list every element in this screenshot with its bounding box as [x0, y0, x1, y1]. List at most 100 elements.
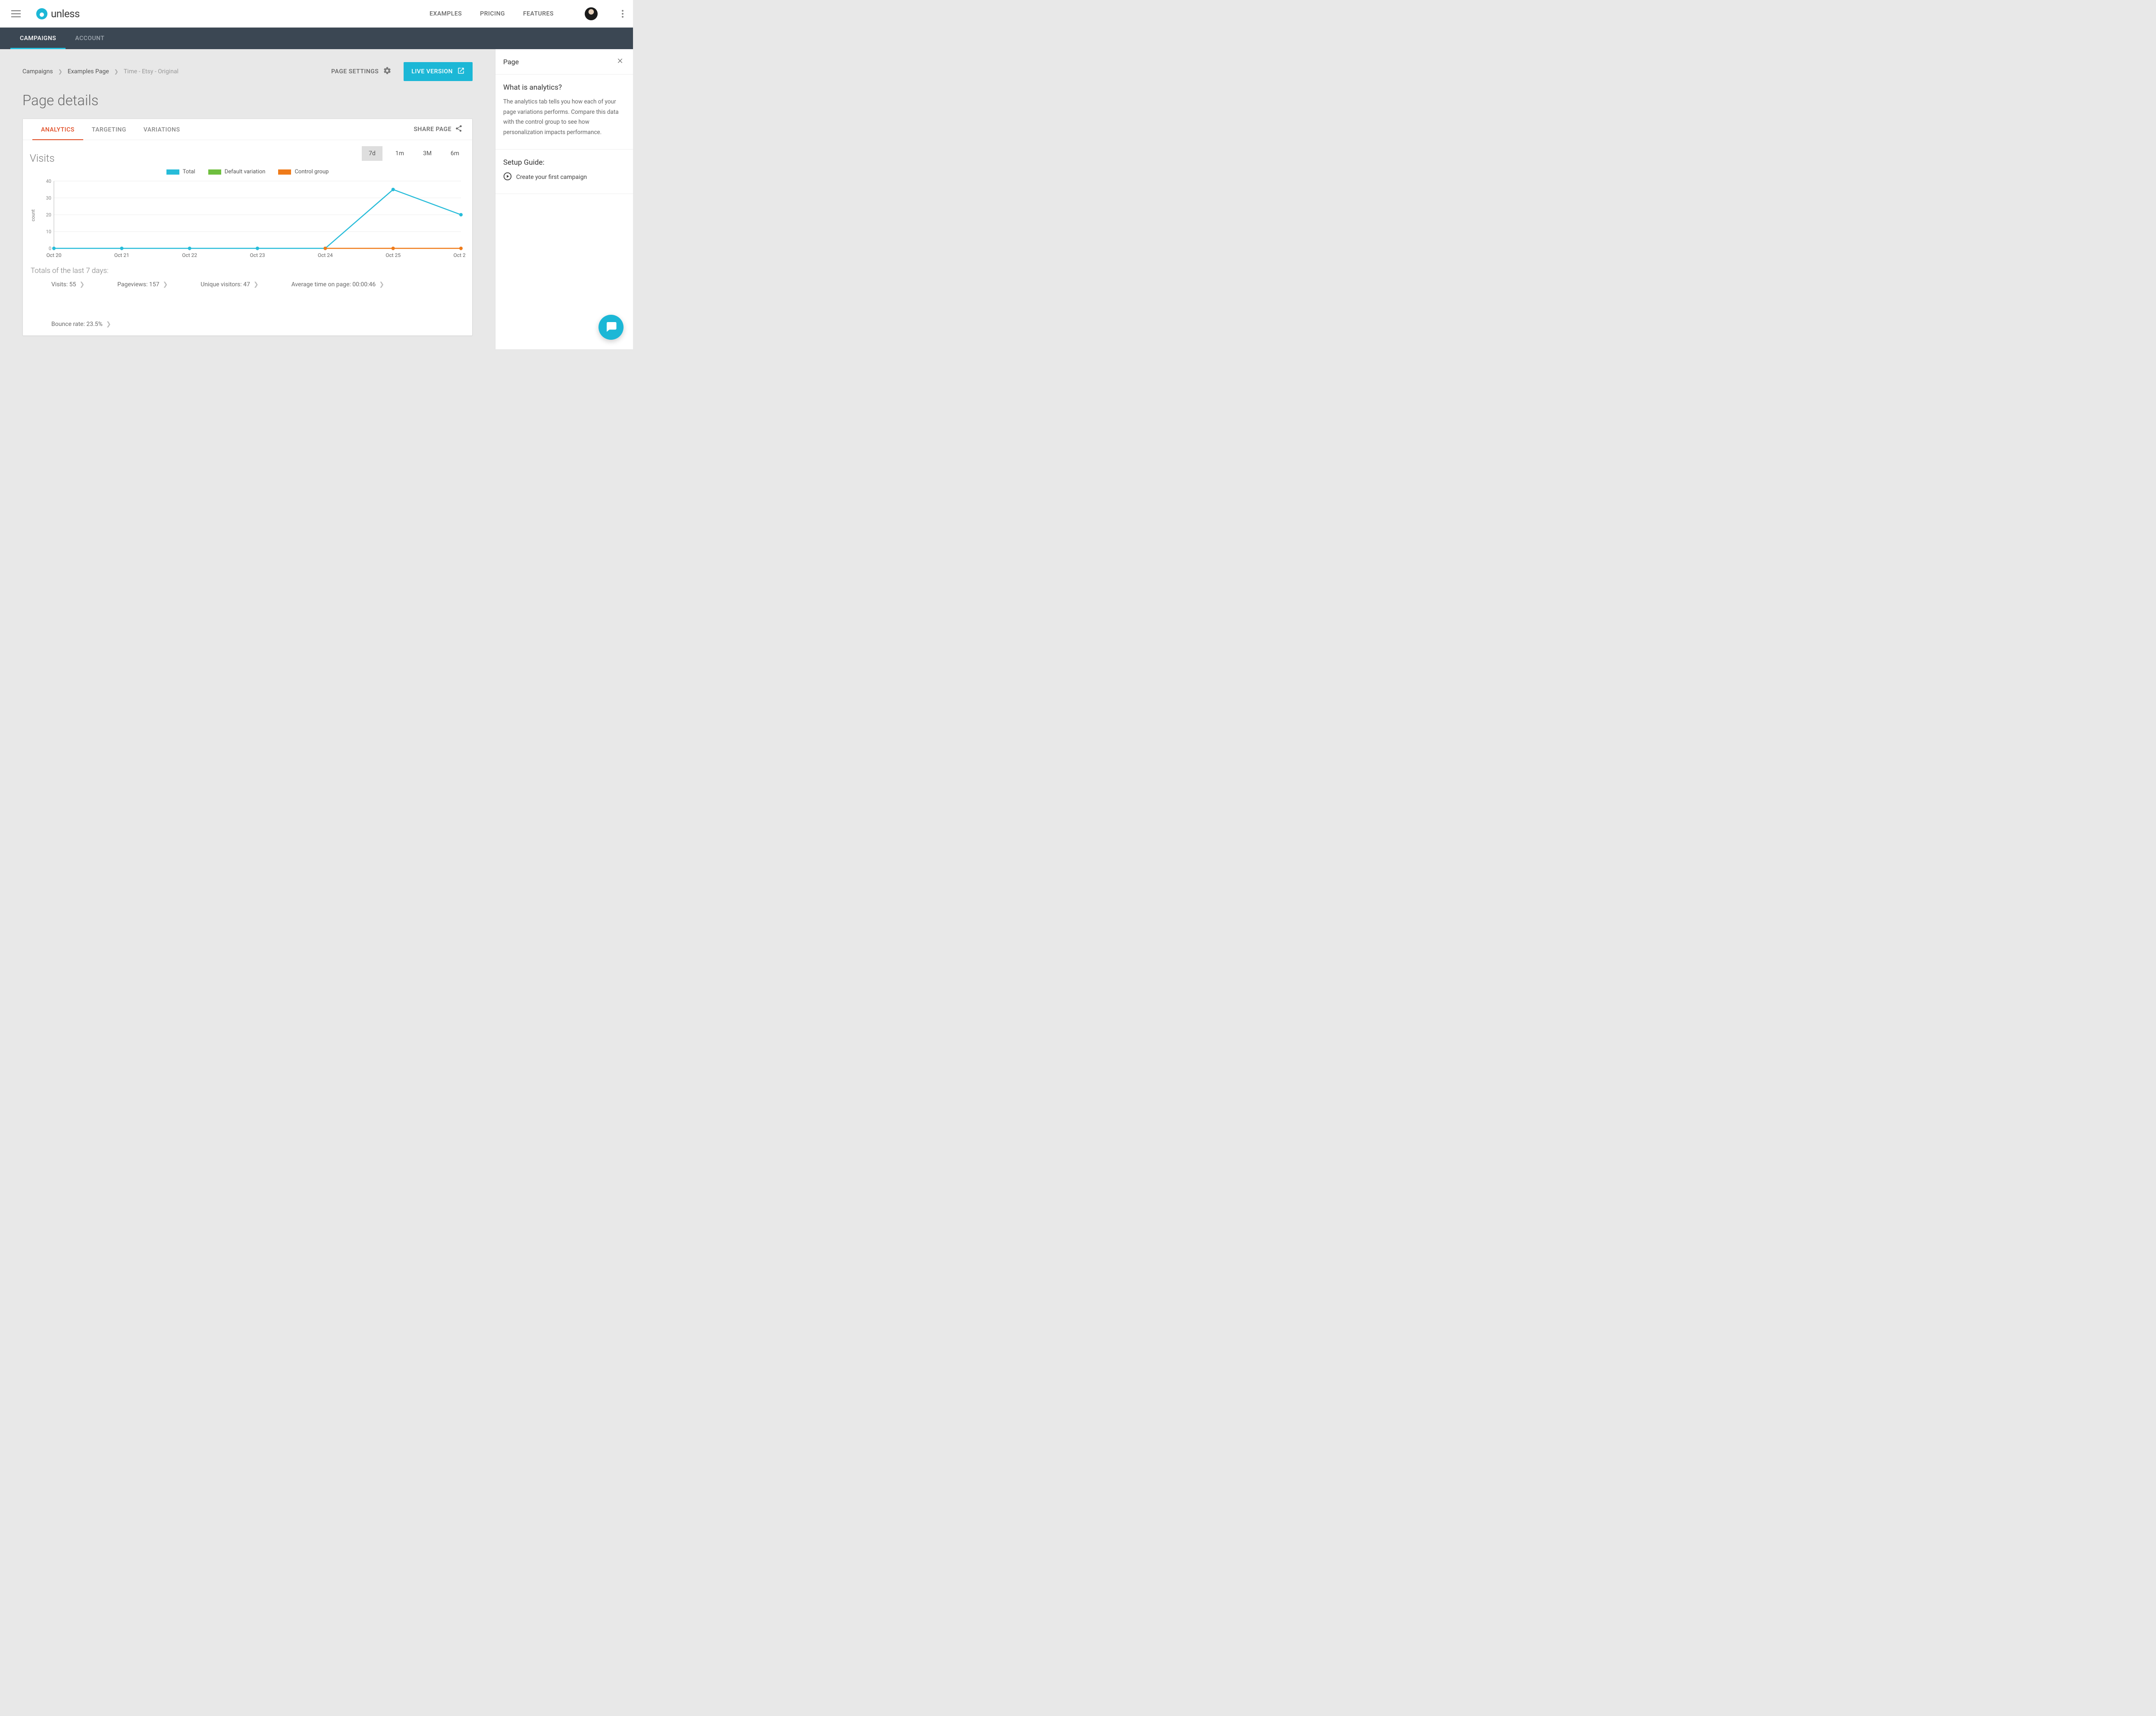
brand-name: unless	[51, 8, 80, 20]
crumb-examples-page[interactable]: Examples Page	[68, 68, 109, 75]
chevron-right-icon: ❯	[79, 281, 85, 288]
play-circle-icon	[503, 172, 512, 182]
legend-label: Control group	[295, 169, 329, 175]
sub-nav: CAMPAIGNS ACCOUNT	[0, 28, 633, 49]
svg-text:Oct 25: Oct 25	[385, 252, 401, 258]
user-avatar[interactable]	[585, 7, 598, 20]
hamburger-menu-icon[interactable]	[9, 8, 23, 20]
chat-icon	[605, 320, 617, 335]
page-title: Page details	[22, 92, 473, 109]
main-layout: Campaigns ❯ Examples Page ❯ Time - Etsy …	[0, 49, 633, 349]
svg-text:10: 10	[46, 229, 51, 235]
total-item[interactable]: Unique visitors: 47 ❯	[201, 281, 258, 288]
total-item[interactable]: Average time on page: 00:00:46❯	[291, 281, 384, 288]
tab-targeting[interactable]: TARGETING	[83, 119, 135, 140]
side-panel-header: Page	[495, 49, 633, 75]
svg-text:Oct 24: Oct 24	[318, 252, 333, 258]
chevron-right-icon: ❯	[163, 281, 168, 288]
card-body: 7d 1m 3M 6m Visits TotalDefault variatio…	[23, 140, 472, 335]
total-item-label: Bounce rate: 23.5%	[51, 321, 103, 328]
side-section-whatis: What is analytics? The analytics tab tel…	[495, 75, 633, 150]
setup-guide-label: Create your first campaign	[516, 174, 587, 181]
crumb-current: Time - Etsy - Original	[124, 68, 179, 75]
total-item-label: Visits: 55	[51, 281, 76, 288]
range-3m[interactable]: 3M	[417, 146, 438, 161]
svg-text:30: 30	[46, 195, 51, 201]
share-page-label: SHARE PAGE	[414, 126, 451, 133]
total-item-label: Pageviews: 157	[117, 281, 159, 288]
visits-chart: 0 10 20 30 40 Oct 20 Oct 21 Oct 22 Oct 23 Oct 24 O…	[43, 178, 465, 260]
analytics-card: ANALYTICS TARGETING VARIATIONS SHARE PAG…	[22, 119, 473, 336]
live-version-button[interactable]: LIVE VERSION	[404, 62, 473, 81]
svg-text:0: 0	[49, 246, 51, 251]
chevron-right-icon: ❯	[254, 281, 259, 288]
nav-features[interactable]: FEATURES	[523, 10, 554, 17]
chevron-right-icon: ❯	[379, 281, 384, 288]
page-settings-button[interactable]: PAGE SETTINGS	[331, 66, 392, 77]
total-item[interactable]: Pageviews: 157 ❯	[117, 281, 168, 288]
legend-swatch	[166, 169, 179, 175]
totals-heading: Totals of the last 7 days:	[31, 266, 465, 275]
nav-pricing[interactable]: PRICING	[480, 10, 505, 17]
gear-icon	[383, 66, 392, 77]
legend-item[interactable]: Total	[166, 169, 195, 175]
external-link-icon	[457, 67, 465, 76]
side-section-setup: Setup Guide: Create your first campaign	[495, 150, 633, 194]
crumb-row: Campaigns ❯ Examples Page ❯ Time - Etsy …	[22, 62, 473, 81]
legend-label: Total	[183, 169, 195, 175]
breadcrumb: Campaigns ❯ Examples Page ❯ Time - Etsy …	[22, 68, 179, 75]
total-item[interactable]: Bounce rate: 23.5%❯	[51, 321, 111, 328]
svg-text:40: 40	[46, 178, 51, 184]
brand-logo-mark	[36, 8, 47, 19]
subnav-campaigns[interactable]: CAMPAIGNS	[10, 28, 66, 49]
setup-heading: Setup Guide:	[503, 158, 625, 167]
chevron-right-icon: ❯	[106, 321, 111, 328]
total-item[interactable]: Visits: 55❯	[51, 281, 85, 288]
whatis-heading: What is analytics?	[503, 83, 625, 92]
range-7d[interactable]: 7d	[362, 146, 382, 161]
card-tabs: ANALYTICS TARGETING VARIATIONS SHARE PAG…	[23, 119, 472, 140]
totals-section: Totals of the last 7 days: Visits: 55❯Pa…	[30, 266, 465, 328]
top-nav: EXAMPLES PRICING FEATURES	[429, 7, 625, 20]
range-6m[interactable]: 6m	[445, 146, 465, 161]
totals-row: Visits: 55❯Pageviews: 157❯Unique visitor…	[31, 281, 465, 328]
total-item-label: Average time on page: 00:00:46	[291, 281, 376, 288]
legend-item[interactable]: Control group	[278, 169, 329, 175]
setup-guide-link[interactable]: Create your first campaign	[503, 172, 625, 182]
chart-legend: Total Default variation Control group	[30, 169, 465, 175]
main-content: Campaigns ❯ Examples Page ❯ Time - Etsy …	[0, 49, 495, 349]
page-settings-label: PAGE SETTINGS	[331, 68, 379, 75]
share-icon	[455, 125, 463, 134]
range-1m[interactable]: 1m	[389, 146, 410, 161]
close-icon[interactable]	[615, 56, 625, 68]
tab-analytics[interactable]: ANALYTICS	[32, 119, 83, 140]
svg-text:Oct 23: Oct 23	[250, 252, 265, 258]
share-page-button[interactable]: SHARE PAGE	[414, 125, 463, 134]
chart-area: count 0 10 20 30 40 Oct 20 Oct 21 Oct 22 Oct 23 O…	[30, 178, 465, 260]
svg-text:Oct 22: Oct 22	[182, 252, 197, 258]
more-menu-icon[interactable]	[620, 8, 625, 19]
subnav-account[interactable]: ACCOUNT	[66, 28, 114, 49]
legend-swatch	[208, 169, 221, 175]
legend-label: Default variation	[225, 169, 266, 175]
crumb-campaigns[interactable]: Campaigns	[22, 68, 53, 75]
side-panel-title: Page	[503, 58, 519, 66]
chat-fab[interactable]	[599, 315, 624, 340]
side-panel: Page What is analytics? The analytics ta…	[495, 49, 633, 349]
live-version-label: LIVE VERSION	[411, 68, 453, 75]
total-item-label: Unique visitors: 47	[201, 281, 250, 288]
whatis-body: The analytics tab tells you how each of …	[503, 97, 625, 138]
svg-text:Oct 20: Oct 20	[47, 252, 62, 258]
nav-examples[interactable]: EXAMPLES	[429, 10, 462, 17]
svg-text:Oct 21: Oct 21	[114, 252, 129, 258]
tab-variations[interactable]: VARIATIONS	[135, 119, 189, 140]
crumb-actions: PAGE SETTINGS LIVE VERSION	[331, 62, 473, 81]
top-header: unless EXAMPLES PRICING FEATURES	[0, 0, 633, 28]
svg-text:20: 20	[46, 212, 51, 218]
legend-item[interactable]: Default variation	[208, 169, 266, 175]
chevron-right-icon: ❯	[114, 69, 119, 74]
brand-logo[interactable]: unless	[36, 8, 80, 20]
chevron-right-icon: ❯	[58, 69, 63, 74]
y-axis-label: count	[30, 210, 36, 222]
svg-text:Oct 26: Oct 26	[454, 252, 465, 258]
